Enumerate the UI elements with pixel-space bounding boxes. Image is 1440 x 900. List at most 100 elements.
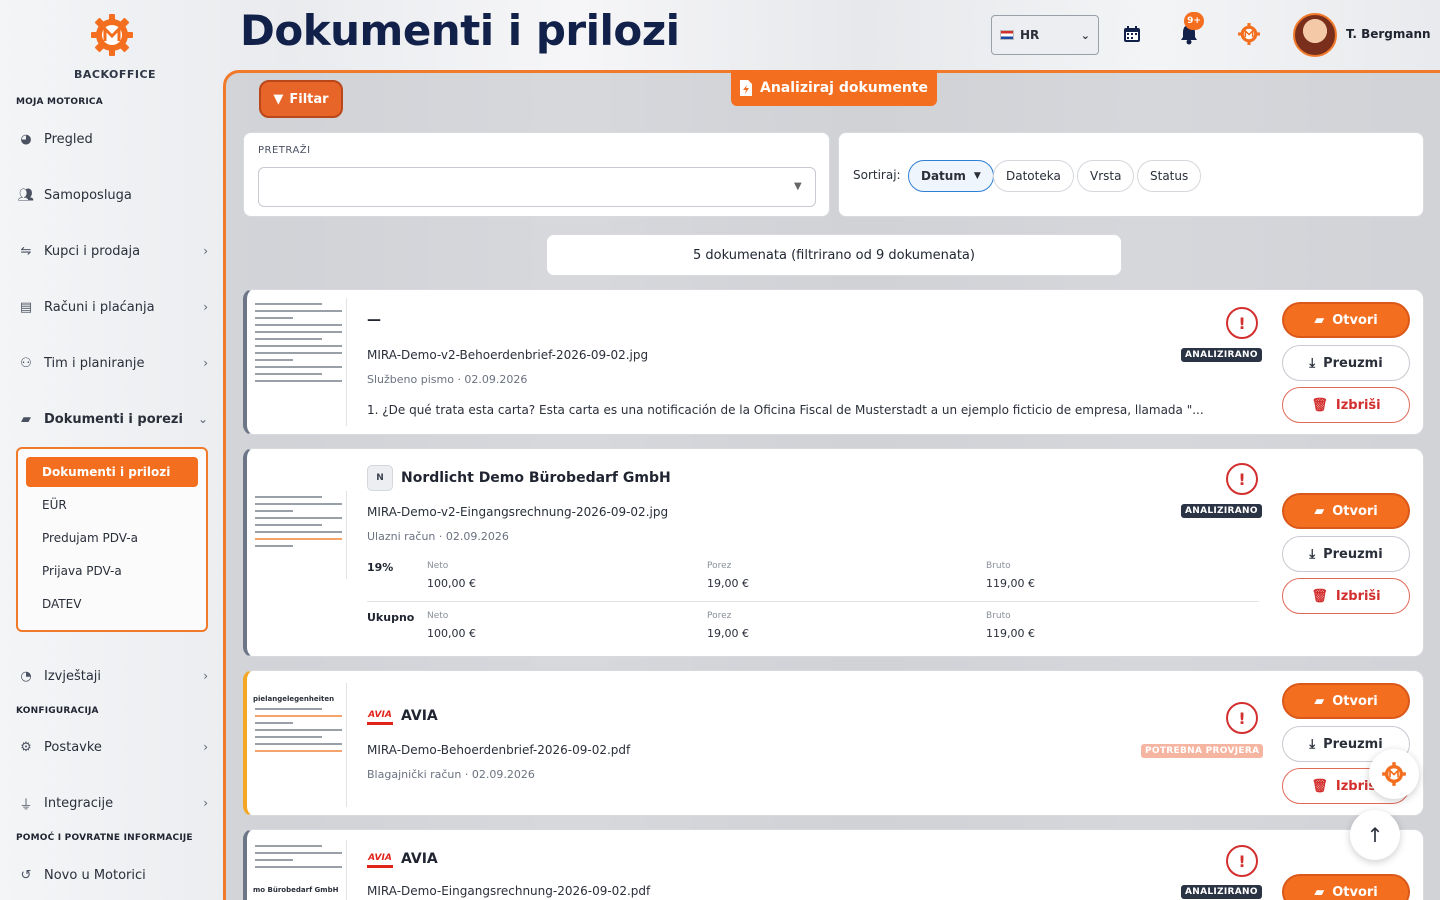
submenu-item-documents[interactable]: Dokumenti i prilozi: [26, 457, 198, 487]
croatia-flag-icon: [1000, 30, 1014, 40]
document-card: pielangelegenheiten AVIA AVIA MIRA-Demo-…: [243, 670, 1424, 816]
open-button[interactable]: ▰ Otvori: [1282, 874, 1410, 900]
document-card: N Nordlicht Demo Bürobedarf GmbH MIRA-De…: [243, 448, 1424, 657]
warning-icon[interactable]: !: [1226, 845, 1258, 877]
search-input[interactable]: [258, 167, 816, 207]
chevron-right-icon: ›: [203, 669, 208, 683]
document-title: —: [367, 312, 381, 328]
motorica-gear-icon: [1382, 762, 1406, 786]
sidebar-item-label: Računi i plaćanja: [44, 299, 155, 315]
document-thumbnail[interactable]: mo Bürobedarf GmbH: [251, 840, 347, 900]
sort-chip-label: Datum: [921, 169, 966, 183]
plug-icon: ⏚: [19, 797, 33, 813]
folder-open-icon: ▰: [1314, 503, 1325, 519]
sort-chip-type[interactable]: Vrsta: [1077, 160, 1135, 192]
submenu-item-vat-return[interactable]: Prijava PDV-a: [26, 556, 198, 586]
invoice-icon: ▤: [19, 299, 33, 315]
document-card: mo Bürobedarf GmbH AVIA AVIA MIRA-Demo-E…: [243, 829, 1424, 900]
palette-icon: ◕: [20, 131, 32, 147]
delete-button[interactable]: 🗑︎ Izbriši: [1282, 578, 1410, 614]
assistant-fab[interactable]: [1369, 749, 1419, 799]
pie-chart-icon: ◔: [20, 668, 32, 684]
open-button[interactable]: ▰ Otvori: [1282, 493, 1410, 529]
sidebar-item-documents-taxes[interactable]: ▰ Dokumenti i porezi ⌄: [16, 404, 208, 434]
warning-icon[interactable]: !: [1226, 702, 1258, 734]
file-bolt-icon: [740, 80, 752, 96]
result-summary: 5 dokumenata (filtrirano od 9 dokumenata…: [546, 234, 1122, 276]
sidebar-item-integrations[interactable]: ⏚ Integracije ›: [16, 788, 208, 818]
document-title: AVIA: [401, 708, 438, 724]
submenu-item-datev[interactable]: DATEV: [26, 589, 198, 619]
documents-submenu: Dokumenti i prilozi EÜR Predujam PDV-a P…: [16, 447, 208, 632]
document-thumbnail[interactable]: pielangelegenheiten: [251, 683, 347, 807]
delete-button[interactable]: 🗑︎ Izbriši: [1282, 387, 1410, 423]
document-title: Nordlicht Demo Bürobedarf GmbH: [401, 470, 671, 486]
supplier-initial-badge: N: [367, 465, 393, 491]
document-title-row: —: [367, 312, 381, 328]
document-thumbnail[interactable]: [251, 491, 347, 579]
sidebar-item-news[interactable]: ↺ Novo u Motorici: [16, 860, 208, 890]
users-icon: 👥︎: [17, 187, 35, 203]
document-snippet: 1. ¿De qué trata esta carta? Esta carta …: [367, 403, 1204, 417]
sidebar-item-overview[interactable]: ◕ Pregled: [16, 124, 208, 154]
folder-open-icon: ▰: [1314, 884, 1325, 900]
sort-chip-status[interactable]: Status: [1137, 160, 1202, 192]
warning-icon[interactable]: !: [1226, 307, 1258, 339]
chevron-right-icon: ›: [203, 796, 208, 810]
avatar[interactable]: [1293, 13, 1337, 57]
submenu-item-vat-advance[interactable]: Predujam PDV-a: [26, 523, 198, 553]
analyze-documents-button[interactable]: Analiziraj dokumente: [731, 70, 937, 106]
sidebar-item-customers[interactable]: ⇋ Kupci i prodaja ›: [16, 236, 208, 266]
status-badge: ANALIZIRANO: [1181, 885, 1262, 899]
status-badge: POTREBNA PROVJERA: [1141, 744, 1264, 758]
sidebar-item-label: Izvještaji: [44, 668, 102, 684]
arrow-up-icon: ↑: [1366, 823, 1384, 847]
status-badge: ANALIZIRANO: [1181, 504, 1262, 518]
avia-logo: AVIA: [367, 850, 393, 868]
download-icon: ⤓: [1309, 736, 1316, 752]
avia-logo: AVIA: [367, 707, 393, 725]
chevron-down-icon: ⌄: [197, 412, 208, 426]
filter-button[interactable]: ▼ Filtar: [259, 80, 343, 118]
folder-open-icon: ▰: [21, 411, 31, 427]
sidebar-item-reports[interactable]: ◔ Izvještaji ›: [16, 661, 208, 691]
document-filename[interactable]: MIRA-Demo-Eingangsrechnung-2026-09-02.pd…: [367, 884, 650, 898]
sort-chip-file[interactable]: Datoteka: [993, 160, 1074, 192]
motorica-logo-icon: [91, 14, 133, 56]
download-button[interactable]: ⤓ Preuzmi: [1282, 536, 1410, 572]
motorica-gear-icon: [1238, 23, 1260, 45]
chevron-down-icon: ⌄: [1080, 28, 1090, 42]
caret-down-icon: ▼: [973, 171, 981, 181]
sidebar-item-invoices[interactable]: ▤ Računi i plaćanja ›: [16, 292, 208, 322]
submenu-item-eur[interactable]: EÜR: [26, 490, 198, 520]
document-filename[interactable]: MIRA-Demo-Behoerdenbrief-2026-09-02.pdf: [367, 743, 630, 757]
brand[interactable]: BACKOFFICE: [74, 12, 156, 81]
section-title-help: POMOĆ I POVRATNE INFORMACIJE: [16, 833, 193, 843]
search-card: PRETRAŽI ▼: [243, 132, 830, 217]
chevron-right-icon: ›: [203, 356, 208, 370]
sort-chip-date[interactable]: Datum ▼: [908, 160, 994, 192]
language-select[interactable]: HR ⌄: [991, 15, 1099, 55]
handshake-icon: ⇋: [20, 243, 32, 259]
document-thumbnail[interactable]: [251, 298, 347, 426]
document-title-row: AVIA AVIA: [367, 850, 438, 868]
document-filename[interactable]: MIRA-Demo-v2-Eingangsrechnung-2026-09-02…: [367, 505, 668, 519]
open-button[interactable]: ▰ Otvori: [1282, 302, 1410, 338]
gear-icon: ⚙: [20, 739, 32, 755]
sidebar-item-settings[interactable]: ⚙ Postavke ›: [16, 732, 208, 762]
open-button[interactable]: ▰ Otvori: [1282, 683, 1410, 719]
scroll-top-button[interactable]: ↑: [1350, 810, 1400, 860]
warning-icon[interactable]: !: [1226, 463, 1258, 495]
chevron-right-icon: ›: [203, 740, 208, 754]
sidebar-item-team[interactable]: ⚇ Tim i planiranje ›: [16, 348, 208, 378]
username[interactable]: T. Bergmann: [1346, 27, 1431, 41]
calendar-button[interactable]: [1120, 22, 1144, 46]
notification-badge: 9+: [1184, 12, 1204, 30]
motorica-gear-button[interactable]: [1237, 22, 1261, 46]
download-button[interactable]: ⤓ Preuzmi: [1282, 345, 1410, 381]
folder-open-icon: ▰: [1314, 312, 1325, 328]
sidebar-item-label: Postavke: [44, 739, 102, 755]
document-meta: Ulazni račun · 02.09.2026: [367, 530, 509, 543]
document-filename[interactable]: MIRA-Demo-v2-Behoerdenbrief-2026-09-02.j…: [367, 348, 648, 362]
sidebar-item-self-service[interactable]: 👥︎ Samoposluga: [16, 180, 208, 210]
